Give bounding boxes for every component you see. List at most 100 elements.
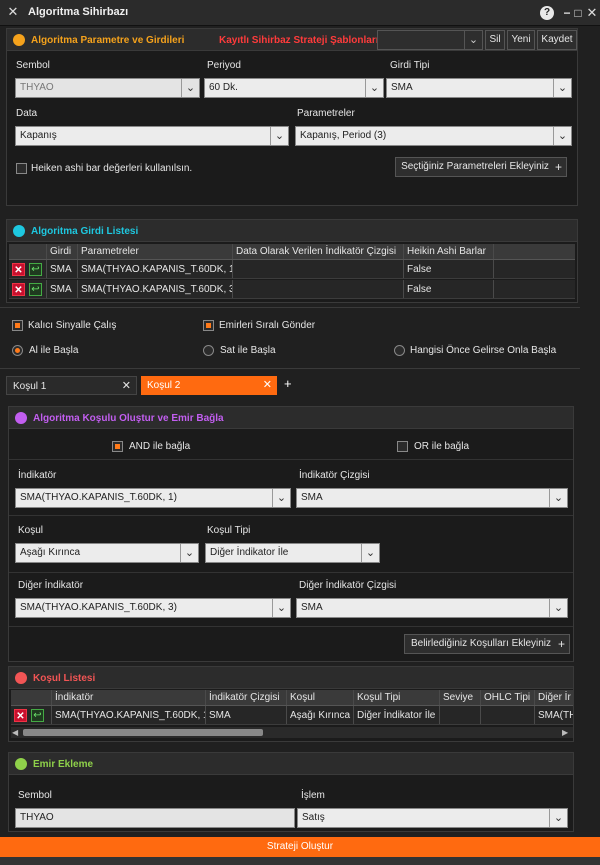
parameters-label: Parametreler (297, 108, 355, 119)
edit-icon[interactable]: ↩ (29, 263, 42, 276)
purple-dot-icon (15, 412, 27, 424)
col-ohlc[interactable]: OHLC Tipi (481, 690, 535, 705)
create-strategy-button[interactable]: Strateji Oluştur (0, 837, 600, 857)
orange-dot-icon (13, 34, 25, 46)
col-indicator-line[interactable]: İndikatör Çizgisi (206, 690, 287, 705)
col-indicator[interactable]: İndikatör (52, 690, 206, 705)
tab-close-icon[interactable]: ✕ (122, 377, 131, 396)
parameters-select[interactable]: Kapanış, Period (3) ⌄ (295, 126, 572, 146)
data-select[interactable]: Kapanış ⌄ (15, 126, 289, 146)
period-select[interactable]: 60 Dk. ⌄ (204, 78, 384, 98)
delete-icon[interactable]: ✕ (12, 263, 25, 276)
buy-start-label: Al ile Başla (29, 345, 79, 356)
period-label: Periyod (207, 60, 241, 71)
edit-icon[interactable]: ↩ (29, 283, 42, 296)
sell-start-label: Sat ile Başla (220, 345, 276, 356)
horizontal-scrollbar[interactable]: ◀ ▶ (11, 727, 573, 738)
params-title: Algoritma Parametre ve Girdileri (31, 35, 185, 46)
scrollbar-thumb[interactable] (23, 729, 263, 736)
cell-heikin: False (404, 280, 494, 298)
window-title: Algoritma Sihirbazı (28, 6, 129, 18)
sell-start-radio[interactable] (203, 345, 214, 356)
tab-close-icon[interactable]: ✕ (263, 376, 272, 395)
indicator-line-select[interactable]: SMA ⌄ (296, 488, 568, 508)
or-label: OR ile bağla (414, 441, 470, 452)
symbol-label: Sembol (16, 60, 50, 71)
ordered-checkbox[interactable] (203, 320, 214, 331)
divider (9, 459, 573, 460)
persistent-checkbox[interactable] (12, 320, 23, 331)
delete-icon[interactable]: ✕ (14, 709, 27, 722)
symbol-select[interactable]: THYAO ⌄ (15, 78, 200, 98)
condition-type-label: Koşul Tipi (207, 525, 251, 536)
col-level[interactable]: Seviye (440, 690, 481, 705)
scroll-right-icon[interactable]: ▶ (562, 728, 568, 737)
cond-list-panel: Koşul Listesi İndikatör İndikatör Çizgis… (8, 666, 574, 742)
and-checkbox[interactable] (112, 441, 123, 452)
col-heikin[interactable]: Heikin Ashi Barlar (404, 244, 494, 259)
other-line-label: Diğer İndikatör Çizgisi (299, 580, 397, 591)
either-start-label: Hangisi Önce Gelirse Onla Başla (410, 345, 557, 356)
persistent-label: Kalıcı Sinyalle Çalış (28, 320, 117, 331)
add-conditions-button[interactable]: Belirlediğiniz Koşulları Ekleyiniz + (404, 634, 570, 654)
col-other[interactable]: Diğer İr (535, 690, 573, 705)
tab-kosul-2[interactable]: Koşul 2 ✕ (141, 376, 277, 395)
red-dot-icon (15, 672, 27, 684)
chevron-down-icon: ⌄ (361, 544, 379, 562)
table-row[interactable]: ✕ ↩ SMA SMA(THYAO.KAPANIS_T.60DK, 3) Fal… (9, 280, 575, 299)
other-indicator-label: Diğer İndikatör (18, 580, 84, 591)
col-parametreler[interactable]: Parametreler (78, 244, 233, 259)
col-girdi[interactable]: Girdi (47, 244, 78, 259)
cyan-dot-icon (13, 225, 25, 237)
condition-title: Algoritma Koşulu Oluştur ve Emir Bağla (33, 413, 224, 424)
cell-level (440, 706, 481, 724)
chevron-down-icon: ⌄ (180, 544, 198, 562)
col-condition-type[interactable]: Koşul Tipi (354, 690, 440, 705)
window-close-icon[interactable]: ✕ (585, 6, 599, 20)
order-symbol-input[interactable]: THYAO (15, 808, 295, 828)
condition-select[interactable]: Aşağı Kırınca ⌄ (15, 543, 199, 563)
cell-condition: Aşağı Kırınca (287, 706, 354, 724)
col-data-line[interactable]: Data Olarak Verilen İndikatör Çizgisi (233, 244, 404, 259)
either-start-radio[interactable] (394, 345, 405, 356)
col-condition[interactable]: Koşul (287, 690, 354, 705)
divider (9, 626, 573, 627)
order-symbol-label: Sembol (18, 790, 52, 801)
cond-list-header: Koşul Listesi (9, 667, 573, 689)
buy-start-radio[interactable] (12, 345, 23, 356)
input-type-label: Girdi Tipi (390, 60, 430, 71)
chevron-down-icon: ⌄ (549, 809, 567, 827)
add-params-button[interactable]: Seçtiğiniz Parametreleri Ekleyiniz + (395, 157, 567, 177)
table-row[interactable]: ✕ ↩ SMA SMA(THYAO.KAPANIS_T.60DK, 1) Fal… (9, 260, 575, 279)
table-row[interactable]: ✕ ↩ SMA(THYAO.KAPANIS_T.60DK, 1) SMA Aşa… (11, 706, 573, 725)
delete-button[interactable]: Sil (485, 30, 505, 50)
maximize-icon[interactable]: □ (571, 6, 585, 20)
delete-icon[interactable]: ✕ (12, 283, 25, 296)
other-indicator-select[interactable]: SMA(THYAO.KAPANIS_T.60DK, 3) ⌄ (15, 598, 291, 618)
cell-girdi: SMA (47, 280, 78, 298)
or-checkbox[interactable] (397, 441, 408, 452)
templates-select[interactable]: ⌄ (377, 30, 483, 50)
scroll-left-icon[interactable]: ◀ (12, 728, 18, 737)
add-tab-icon[interactable]: + (284, 376, 292, 391)
heiken-checkbox[interactable] (16, 163, 27, 174)
condition-type-select[interactable]: Diğer İndikator İle ⌄ (205, 543, 380, 563)
footer-strip (0, 857, 600, 865)
divider (0, 307, 580, 308)
other-line-select[interactable]: SMA ⌄ (296, 598, 568, 618)
save-button[interactable]: Kaydet (537, 30, 577, 50)
action-select[interactable]: Satış ⌄ (297, 808, 568, 828)
tab-kosul-1[interactable]: Koşul 1 ✕ (6, 376, 137, 395)
indicator-select[interactable]: SMA(THYAO.KAPANIS_T.60DK, 1) ⌄ (15, 488, 291, 508)
edit-icon[interactable]: ↩ (31, 709, 44, 722)
close-icon[interactable]: ✕ (6, 5, 20, 19)
window-titlebar: ✕ Algoritma Sihirbazı ? − □ ✕ (0, 0, 600, 26)
input-type-select[interactable]: SMA ⌄ (386, 78, 572, 98)
help-icon[interactable]: ? (540, 6, 554, 20)
order-header: Emir Ekleme (9, 753, 573, 775)
cell-param: SMA(THYAO.KAPANIS_T.60DK, 1) (78, 260, 233, 278)
cell-param: SMA(THYAO.KAPANIS_T.60DK, 3) (78, 280, 233, 298)
chevron-down-icon: ⌄ (181, 79, 199, 97)
new-button[interactable]: Yeni (507, 30, 535, 50)
and-label: AND ile bağla (129, 441, 191, 452)
